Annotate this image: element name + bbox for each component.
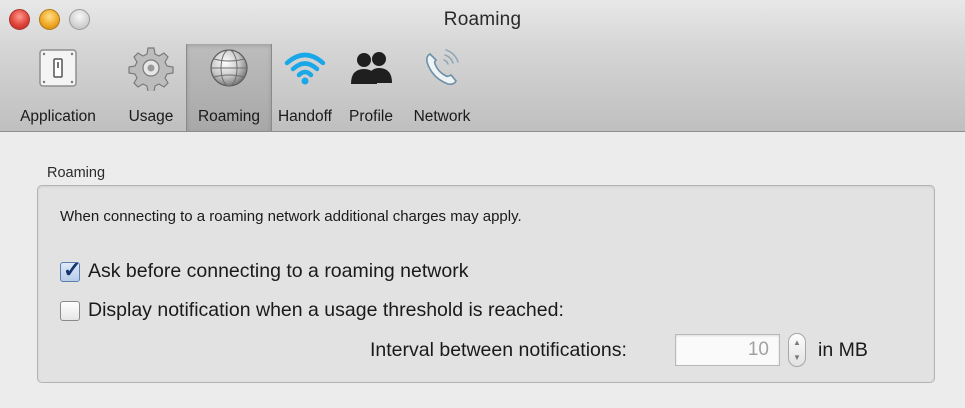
interval-input[interactable] — [675, 334, 780, 366]
interval-label: Interval between notifications: — [370, 339, 627, 361]
switch-icon — [33, 45, 83, 91]
display-notification-row[interactable]: Display notification when a usage thresh… — [60, 299, 564, 322]
tab-network[interactable]: Network — [404, 44, 480, 131]
phone-signal-icon — [417, 45, 467, 91]
window-toolbar-area: Roaming Application Usage Roaming Handof… — [0, 0, 965, 132]
tab-handoff[interactable]: Handoff — [272, 44, 338, 131]
tab-handoff-label: Handoff — [277, 108, 332, 125]
roaming-description: When connecting to a roaming network add… — [60, 208, 522, 225]
tab-usage-label: Usage — [128, 108, 174, 125]
stepper-down-icon[interactable]: ▼ — [789, 350, 805, 366]
ask-before-connecting-row[interactable]: ✓ Ask before connecting to a roaming net… — [60, 257, 469, 283]
wifi-icon — [280, 45, 330, 91]
interval-stepper[interactable]: ▲ ▼ — [788, 333, 806, 367]
tab-profile-label: Profile — [349, 108, 393, 125]
tab-usage[interactable]: Usage — [116, 44, 186, 131]
display-notification-checkbox[interactable] — [60, 300, 80, 321]
preferences-toolbar: Application Usage Roaming Handoff Profil… — [0, 44, 480, 131]
tab-profile[interactable]: Profile — [338, 44, 404, 131]
tab-application[interactable]: Application — [0, 44, 116, 131]
interval-unit: in MB — [818, 339, 868, 361]
gear-icon — [126, 45, 176, 91]
tab-application-label: Application — [20, 108, 96, 125]
tab-roaming[interactable]: Roaming — [186, 44, 272, 131]
globe-icon — [204, 45, 254, 91]
section-title: Roaming — [47, 165, 106, 181]
display-notification-label: Display notification when a usage thresh… — [88, 299, 564, 321]
ask-before-connecting-checkbox[interactable]: ✓ — [60, 257, 81, 282]
preferences-window: Roaming Application Usage Roaming Handof… — [0, 0, 965, 408]
tab-roaming-label: Roaming — [197, 108, 261, 125]
people-icon — [346, 45, 396, 91]
tab-network-label: Network — [413, 108, 471, 125]
window-title: Roaming — [443, 9, 522, 30]
stepper-up-icon[interactable]: ▲ — [789, 335, 805, 351]
checkmark-icon: ✓ — [63, 256, 82, 282]
ask-before-connecting-label: Ask before connecting to a roaming netwo… — [88, 260, 469, 282]
